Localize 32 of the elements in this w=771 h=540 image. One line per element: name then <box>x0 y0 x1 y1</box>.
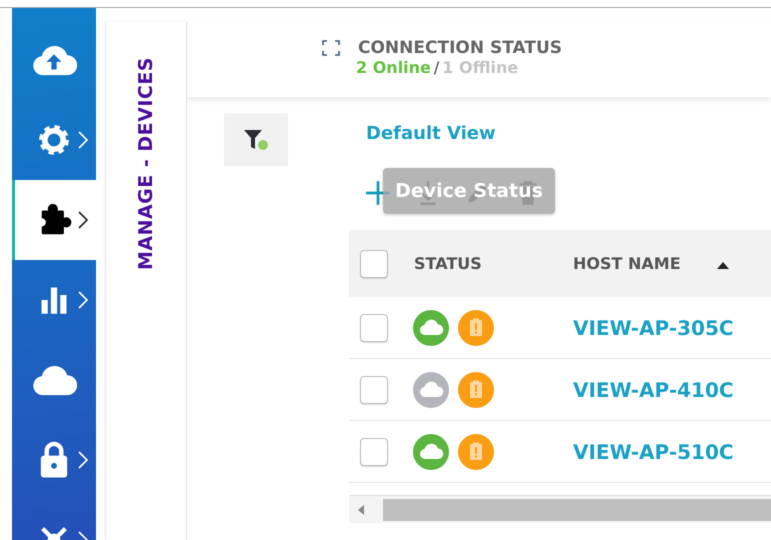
nav-item[interactable] <box>12 180 96 260</box>
tooltip: Device Status <box>383 168 555 214</box>
chevron-icon <box>78 131 88 149</box>
bar-chart-icon <box>39 285 69 315</box>
select-all-checkbox[interactable] <box>360 250 388 278</box>
horizontal-scrollbar[interactable] <box>349 495 771 523</box>
host-name-link[interactable]: VIEW-AP-510C <box>573 440 734 464</box>
connection-status-title: CONNECTION STATUS <box>358 38 562 58</box>
panel-title: MANAGE - DEVICES <box>135 57 157 270</box>
cloud-icon <box>31 363 77 397</box>
separator: / <box>434 58 440 77</box>
host-name-link[interactable]: VIEW-AP-305C <box>573 316 734 340</box>
row-checkbox[interactable] <box>360 438 388 466</box>
column-header[interactable]: STATUS <box>402 230 562 297</box>
expand-icon[interactable] <box>322 40 340 56</box>
cloud-upload-icon <box>31 43 77 77</box>
host-name-link[interactable]: VIEW-AP-410C <box>573 378 734 402</box>
offline-count: 1 Offline <box>442 58 518 77</box>
online-count: 2 Online <box>356 58 431 77</box>
column-header[interactable]: HOST NAME <box>562 230 771 297</box>
chevron-icon <box>78 211 88 229</box>
filter-button[interactable] <box>224 113 288 166</box>
lock-icon <box>39 441 69 479</box>
sort-icon[interactable] <box>716 260 729 269</box>
filter-icon <box>243 128 269 152</box>
view-link[interactable]: Default View <box>366 123 496 144</box>
row-checkbox[interactable] <box>360 376 388 404</box>
scroll-left-icon[interactable] <box>357 504 365 516</box>
chevron-icon <box>78 451 88 469</box>
chevron-icon <box>78 291 88 309</box>
row-checkbox[interactable] <box>360 314 388 342</box>
gear-icon <box>37 123 71 157</box>
